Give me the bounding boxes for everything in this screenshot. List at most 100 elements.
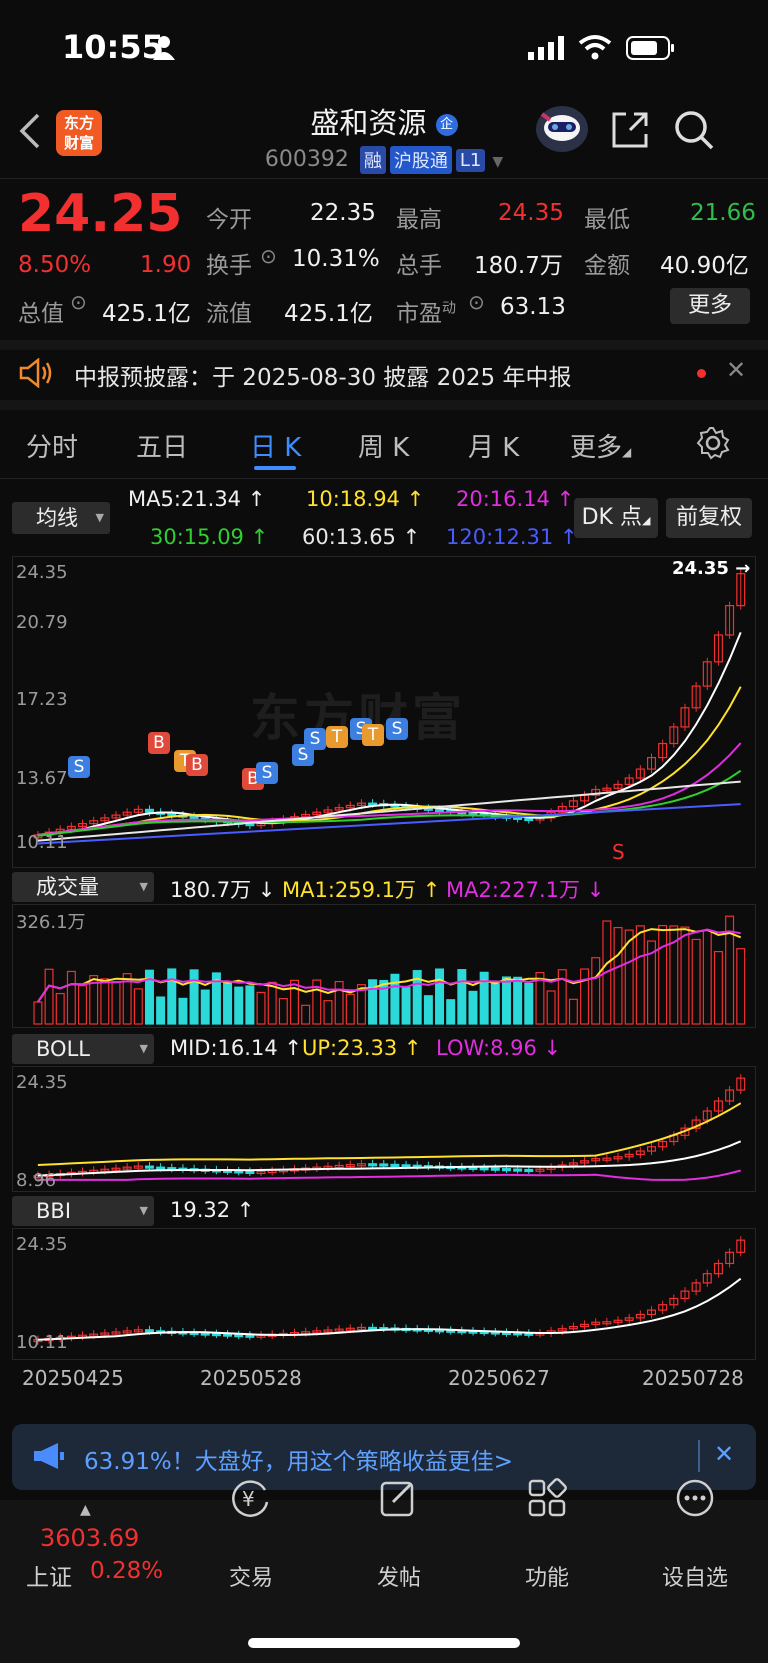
signal-icon [528,36,566,64]
ma10-value: 10:18.94 ↑ [306,487,425,511]
tab-daily-k[interactable]: 日 K [250,427,301,464]
nav-functions[interactable]: 功能 [502,1560,592,1592]
candle-body [524,1168,534,1173]
volume-bar [111,981,121,1025]
volume-bar [133,988,143,1025]
last-price-marker: 24.35 → [672,558,751,579]
dropdown-icon[interactable]: ▼ [492,154,503,170]
candle-body [189,815,199,820]
current-price: 24.25 [18,184,183,244]
candle-body [368,1326,378,1331]
volume-value: 180.7万 ↓ [170,878,276,902]
candle-body [513,1168,523,1172]
volume-bar [501,976,511,1025]
close-icon[interactable]: ✕ [714,1440,734,1468]
yen-circle-icon[interactable]: ¥ [206,1478,296,1526]
volume-bar [178,997,188,1025]
sell-signal[interactable]: S [386,718,408,740]
banner-separator [698,1440,700,1472]
more-button[interactable]: 更多 [670,288,750,324]
volume-bar [736,948,746,1025]
boll-y-bottom: 8.96 [16,1170,57,1191]
tab-monthly-k[interactable]: 月 K [468,427,519,464]
candle-body [524,817,534,822]
kline-y-label: 13.67 [16,768,68,789]
volume-bar [591,957,601,1025]
section-gap [0,400,768,410]
volume-chart[interactable] [12,904,756,1028]
nav-add-watchlist[interactable]: 设自选 [650,1560,740,1592]
megaphone-icon [32,1442,66,1474]
search-icon[interactable] [672,108,716,156]
notice-text[interactable]: 中报预披露：于 2025-08-30 披露 2025 年中报 [74,358,571,392]
ma20-line [37,742,742,836]
ma20-value: 20:16.14 ↑ [456,487,575,511]
bbi-chart[interactable] [12,1228,756,1360]
nav-post[interactable]: 发帖 [354,1560,444,1592]
tabs-divider [0,478,768,479]
turnover-value: 10.31% [292,246,380,272]
buy-signal[interactable]: B [186,754,208,776]
boll-y-top: 24.35 [16,1072,68,1093]
t-signal[interactable]: T [326,726,348,748]
edit-icon[interactable] [354,1478,444,1526]
candle-body [211,1332,221,1337]
candle-body [379,1163,389,1167]
tab-intraday[interactable]: 分时 [26,427,78,464]
dk-point-button[interactable]: DK 点◢ [574,498,658,538]
header-divider [0,178,768,179]
t-signal[interactable]: T [362,724,384,746]
close-icon[interactable]: ✕ [726,356,746,384]
grid-icon[interactable] [502,1478,592,1526]
volume-bar [401,987,411,1025]
tab-five-day[interactable]: 五日 [136,427,188,464]
indicator-select-bbi[interactable]: BBI ▼ [12,1196,154,1226]
person-icon [152,34,176,64]
expand-up-icon[interactable]: ▲ [80,1502,91,1518]
price-adjust-button[interactable]: 前复权 [666,498,752,538]
info-icon[interactable]: ⊙ [70,290,87,314]
tab-more[interactable]: 更多◢ [570,427,631,464]
settings-gear-icon[interactable] [696,426,730,464]
volume-bar [223,982,233,1025]
sell-signal[interactable]: S [304,728,326,750]
bbi-y-top: 24.35 [16,1234,68,1255]
nav-trade[interactable]: 交易 [206,1560,296,1592]
boll-chart[interactable] [12,1066,756,1192]
panel-border [12,1066,756,1192]
bbi-line [37,1277,742,1341]
robot-avatar-icon[interactable] [534,104,590,158]
volume-bar [334,980,344,1025]
float-value: 425.1亿 [284,301,373,327]
low-value: 21.66 [690,200,756,226]
indicator-select-volume[interactable]: 成交量 ▼ [12,872,154,902]
more-circle-icon[interactable] [650,1478,740,1526]
x-axis-date: 20250425 [22,1366,124,1390]
candle-body [479,1167,489,1171]
volume-bar [66,970,76,1025]
sell-signal[interactable]: S [256,762,278,784]
indicator-select-boll[interactable]: BOLL ▼ [12,1034,154,1064]
connect-tag: 沪股通 [389,146,452,174]
candle-body [144,1329,154,1333]
buy-signal[interactable]: B [148,732,170,754]
tab-weekly-k[interactable]: 周 K [358,427,409,464]
info-icon[interactable]: ⊙ [260,244,277,268]
promo-text[interactable]: 63.91%！大盘好，用这个策略收益更佳> [84,1442,513,1476]
index-value[interactable]: 3603.69 [40,1524,139,1552]
volume-value: 180.7万 [474,253,563,279]
change-amount: 1.90 [140,252,192,278]
home-indicator [248,1638,520,1648]
volume-bar [289,979,300,1025]
kline-y-label: 17.23 [16,689,68,710]
sell-signal[interactable]: S [68,756,90,778]
indicator-select-ma[interactable]: 均线 ▼ [12,502,110,534]
volume-y-max: 326.1万 [16,912,86,933]
stock-code: 600392 [264,147,349,172]
info-icon[interactable]: ⊙ [468,290,485,314]
float-label: 流值 [206,301,252,327]
share-icon[interactable] [610,110,650,154]
volume-bar [468,990,478,1025]
index-change: 0.28% [90,1558,164,1584]
candle-body [501,1168,511,1172]
